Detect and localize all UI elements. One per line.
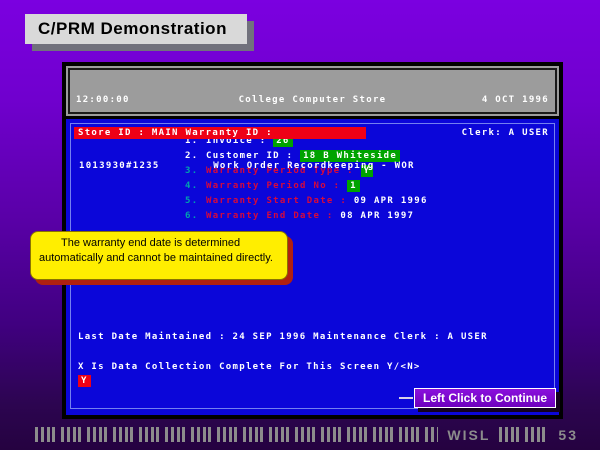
field-value[interactable]: 1 xyxy=(347,180,360,192)
data-collection-prompt: X Is Data Collection Complete For This S… xyxy=(78,362,421,372)
field-number: 4. xyxy=(185,181,199,191)
field-number: 5. xyxy=(185,196,199,206)
field-row: 5. Warranty Start Date : 09 APR 1996 xyxy=(185,193,428,208)
field-colon: : xyxy=(320,211,340,221)
continue-button-label: Left Click to Continue xyxy=(423,391,547,405)
field-value: 08 APR 1997 xyxy=(340,211,414,221)
field-list: 1.Invoice : 262.Customer ID : 18 B White… xyxy=(185,133,428,223)
page-number: 53 xyxy=(558,427,578,443)
date: 4 OCT 1996 xyxy=(409,95,549,105)
clock: 12:00:00 xyxy=(76,95,216,105)
store-id-bar: Store ID : MAIN Warranty ID : xyxy=(74,127,366,139)
annotation-callout: The warranty end date is determined auto… xyxy=(30,231,288,280)
field-label: Warranty End Date xyxy=(206,211,320,221)
clerk-label: Clerk: A USER xyxy=(409,128,549,138)
field-number: 6. xyxy=(185,211,199,221)
field-value: 09 APR 1996 xyxy=(354,196,428,206)
field-label: Warranty Period No xyxy=(206,181,327,191)
continue-button[interactable]: Left Click to Continue xyxy=(414,388,556,408)
callout-text: The warranty end date is determined auto… xyxy=(39,237,273,264)
field-label: Warranty Start Date xyxy=(206,196,334,206)
barcode-decoration xyxy=(35,427,438,442)
order-id: 1013930#1235 xyxy=(76,161,213,171)
barcode-decoration-short xyxy=(499,427,549,442)
footer-brand: WISL xyxy=(447,427,490,443)
screen-title: Work Order Recordkeeping - WOR xyxy=(213,161,415,171)
slide-title-box: C/PRM Demonstration xyxy=(25,14,247,44)
last-maintained-line: Last Date Maintained : 24 SEP 1996 Maint… xyxy=(78,332,488,342)
cursor-input-field[interactable]: Y xyxy=(78,375,91,387)
store-name: College Computer Store xyxy=(216,95,409,105)
slide-title: C/PRM Demonstration xyxy=(38,19,227,39)
field-row: 4. Warranty Period No : 1 xyxy=(185,178,428,193)
slide: C/PRM Demonstration 12:00:00 College Com… xyxy=(0,0,600,450)
field-row: 6. Warranty End Date : 08 APR 1997 xyxy=(185,208,428,223)
field-colon: : xyxy=(334,196,354,206)
header-row-3: 1013930#1235 Work Order Recordkeeping - … xyxy=(76,159,549,172)
footer-bar: WISL 53 xyxy=(0,426,600,443)
field-colon: : xyxy=(327,181,347,191)
header-row-1: 12:00:00 College Computer Store 4 OCT 19… xyxy=(76,93,549,106)
header-row-2: Store ID : MAIN Warranty ID : Clerk: A U… xyxy=(76,126,549,139)
terminal-header: 12:00:00 College Computer Store 4 OCT 19… xyxy=(66,66,559,119)
